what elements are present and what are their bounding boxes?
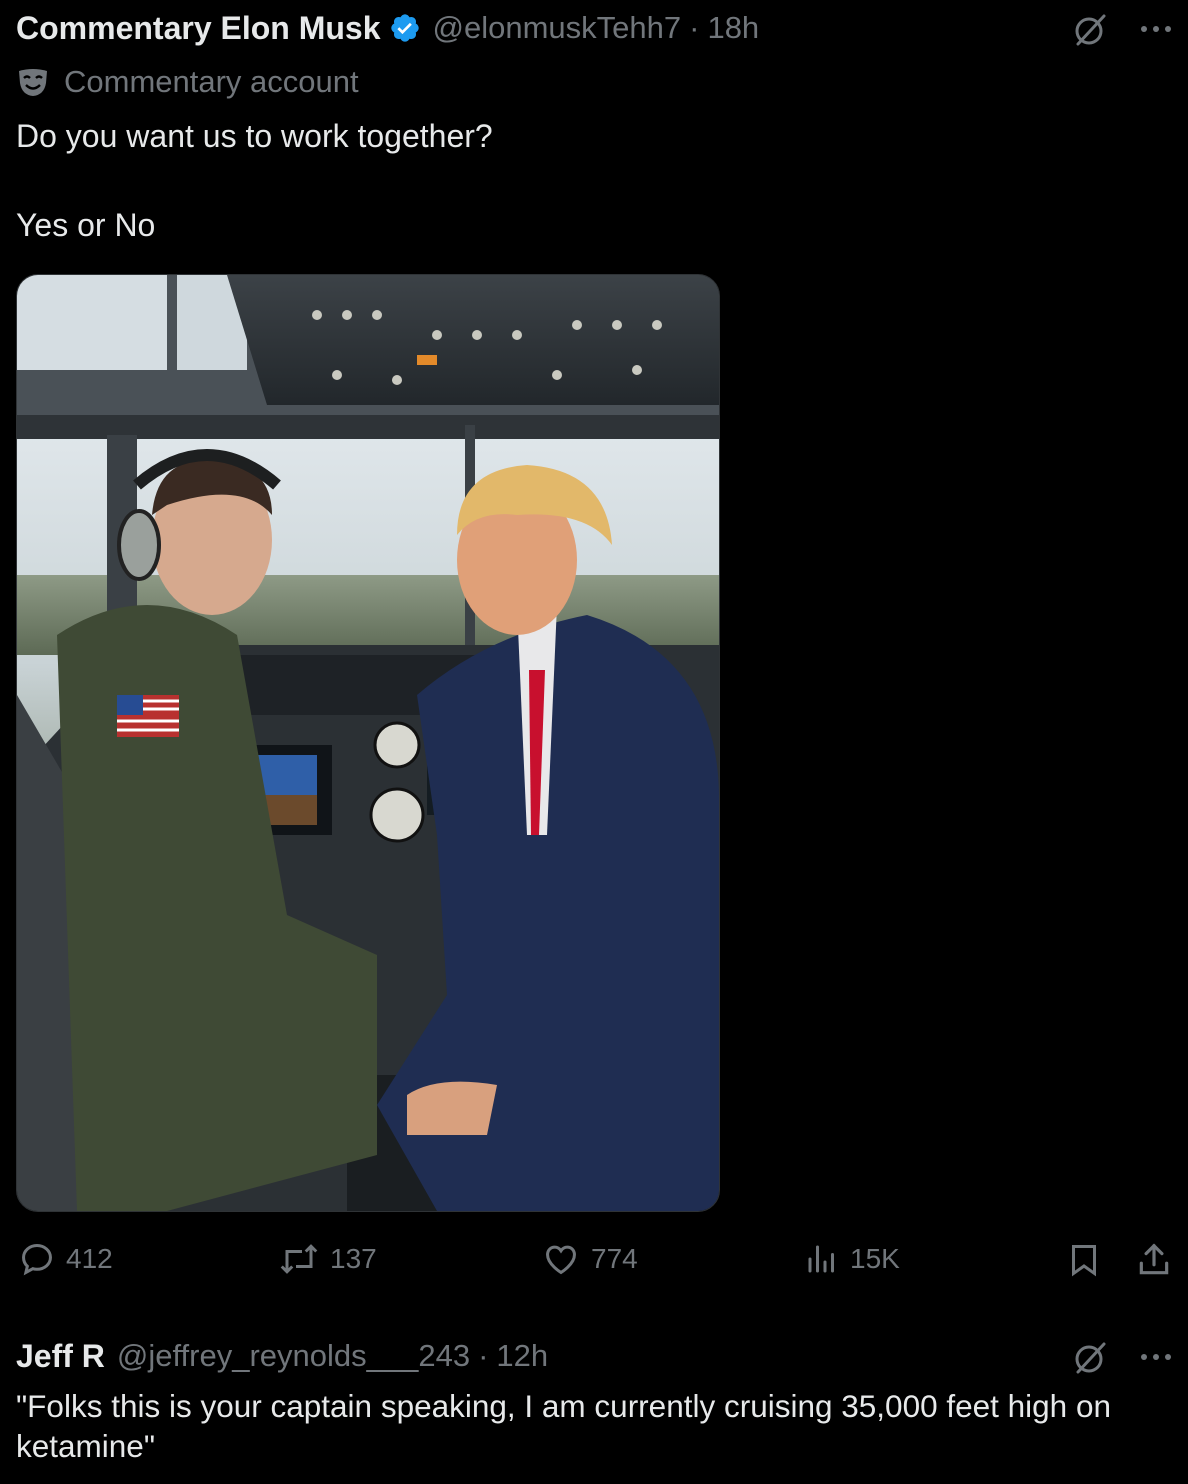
share-icon — [1135, 1240, 1173, 1280]
reply-header: Jeff R @jeffrey_reynolds___243 · 12h — [16, 1334, 548, 1378]
reply-icon — [18, 1240, 56, 1278]
reply-author-handle[interactable]: @jeffrey_reynolds___243 — [117, 1338, 470, 1374]
tweet-image[interactable] — [16, 274, 720, 1212]
share-button[interactable] — [1135, 1240, 1173, 1280]
views-icon — [804, 1240, 840, 1278]
grok-icon[interactable] — [1070, 10, 1110, 50]
reply-more-icon[interactable] — [1138, 1342, 1174, 1372]
cockpit-photo — [17, 275, 719, 1211]
retweet-count: 137 — [330, 1243, 377, 1274]
like-count: 774 — [591, 1243, 638, 1274]
views-button[interactable]: 15K — [804, 1240, 900, 1278]
commentary-mask-icon — [16, 65, 50, 99]
author-handle[interactable]: @elonmuskTehh7 — [433, 10, 682, 46]
retweet-icon — [278, 1240, 320, 1278]
separator: · — [689, 10, 700, 45]
account-label-text: Commentary account — [64, 64, 359, 99]
tweet-header: Commentary Elon Musk @elonmuskTehh7 · 18… — [16, 6, 759, 50]
verified-badge-icon — [389, 12, 421, 44]
reply-button[interactable]: 412 — [18, 1240, 113, 1278]
bookmark-icon — [1066, 1240, 1102, 1280]
more-icon[interactable] — [1138, 14, 1174, 44]
tweet-text-line1: Do you want us to work together? — [16, 118, 493, 154]
reply-author-name[interactable]: Jeff R — [16, 1338, 105, 1375]
reply-time[interactable]: 12h — [496, 1338, 548, 1374]
like-icon — [541, 1240, 581, 1278]
tweet-text-line2: Yes or No — [16, 207, 156, 243]
reply-count: 412 — [66, 1243, 113, 1274]
views-count: 15K — [850, 1243, 900, 1274]
author-name[interactable]: Commentary Elon Musk — [16, 10, 381, 47]
bookmark-button[interactable] — [1066, 1240, 1102, 1280]
account-label: Commentary account — [16, 60, 359, 104]
reply-text: "Folks this is your captain speaking, I … — [16, 1388, 1111, 1464]
reply-separator: · — [478, 1338, 489, 1373]
reply-grok-icon[interactable] — [1070, 1338, 1110, 1378]
tweet-time[interactable]: 18h — [707, 10, 759, 46]
retweet-button[interactable]: 137 — [278, 1240, 377, 1278]
like-button[interactable]: 774 — [541, 1240, 638, 1278]
